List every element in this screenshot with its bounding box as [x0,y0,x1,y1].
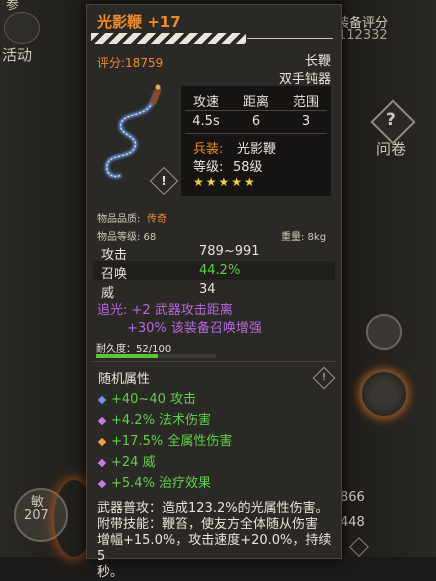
item-tooltip-panel: 光影鞭 +17 评分:18759 长鞭 双手钝器 ! 攻速 距离 范围 4.5s… [86,4,342,580]
random-attr-item: +4.2% 法术伤害 [97,409,212,428]
level-key: 等级: [193,160,224,175]
weapon-type: 长鞭 双手钝器 [279,53,331,89]
skill-description: 武器普攻：造成123.2%的光属性伤害。 附带技能：鞭笞，使友方全体随从伤害 增… [97,501,333,581]
attr-text: +17.5% 全属性伤害 [111,434,233,449]
attr-text: +5.4% 治疗效果 [111,476,212,491]
section-divider [93,361,335,362]
header-distance: 距离 [242,95,269,110]
side-number-2: 448 [340,515,365,530]
attr-text: +24 威 [111,455,156,470]
agility-value: 207 [24,508,49,523]
stat-value: 789~991 [199,244,260,259]
random-attrs-title: 随机属性 [98,372,151,387]
desc-line: 增幅+15.0%，攻击速度+20.0%，持续5 [97,533,332,564]
random-attr-item: +40~40 攻击 [97,388,197,407]
questionnaire-label[interactable]: 问卷 [376,138,406,159]
question-glyph: ? [386,110,396,130]
enhance-line-1: 追光: +2 武器攻击距离 [97,303,233,318]
attr-dot-icon [97,395,107,404]
header-range: 范围 [292,95,319,110]
info-glyph: ! [321,372,326,383]
weapon-key: 兵装: [193,142,224,157]
quality-label: 物品品质: [97,214,141,225]
desc-line: 秒。 [97,565,124,580]
random-attr-item: +17.5% 全属性伤害 [97,430,233,449]
stat-row-attack: 攻击 789~991 [93,242,335,263]
item-name: 光影鞭 +17 [97,13,181,31]
durability-label: 耐久度：52/100 [96,344,172,355]
random-attr-item: +5.4% 治疗效果 [97,472,212,491]
quality-value: 传奇 [147,214,167,225]
desc-line: 武器普攻：造成123.2%的光属性伤害。 [97,501,329,516]
background-left-panel [0,0,90,557]
stat-row-might: 威 34 [93,280,335,301]
weapon-type-line1: 长鞭 [304,54,331,69]
item-score: 评分:18759 [97,56,164,70]
item-weight: 重量: 8kg [281,232,327,243]
value-attack-speed: 4.5s [192,114,220,129]
attr-dot-icon [97,458,107,467]
event-icon[interactable] [4,12,40,44]
table-divider [185,110,327,111]
durability-fill [96,354,159,358]
table-divider [185,133,327,134]
side-number-1: 866 [340,490,365,505]
stat-value: 34 [199,282,216,297]
value-range: 3 [301,114,311,129]
helmet-icon[interactable] [366,314,402,350]
background-right-panel [346,0,436,557]
value-distance: 6 [251,114,261,129]
warning-glyph: ! [161,174,167,188]
stat-row-summon: 召唤 44.2% [93,261,335,282]
top-left-text: 参 [6,0,20,13]
weapon-stat-table: 攻速 距离 范围 4.5s 6 3 兵装: 光影鞭 等级: 58级 ★★★★★ [181,86,331,196]
attr-text: +40~40 攻击 [111,392,197,407]
attr-dot-icon [97,416,107,425]
desc-line: 附带技能：鞭笞，使友方全体随从伤害 [97,517,319,532]
star-rating: ★★★★★ [193,175,257,189]
durability-bar [96,354,216,358]
header-attack-speed: 攻速 [192,95,219,110]
level-value: 58级 [233,160,263,175]
item-level: 物品等级: 68 [97,232,157,243]
info-icon[interactable]: ! [312,366,336,390]
random-attr-item: +24 威 [97,451,156,470]
event-label[interactable]: 活动 [2,44,32,65]
weapon-value: 光影鞭 [237,142,277,157]
enhance-line-2: +30% 该装备召唤增强 [127,321,262,336]
skill-ring-icon[interactable] [360,370,408,418]
attr-text: +4.2% 法术伤害 [111,413,212,428]
attr-dot-icon [97,479,107,488]
attr-dot-icon [97,437,107,446]
equip-score-value: 112332 [338,28,388,43]
header-divider [247,38,333,39]
stat-value: 44.2% [199,263,241,278]
rarity-stripe [91,33,246,44]
